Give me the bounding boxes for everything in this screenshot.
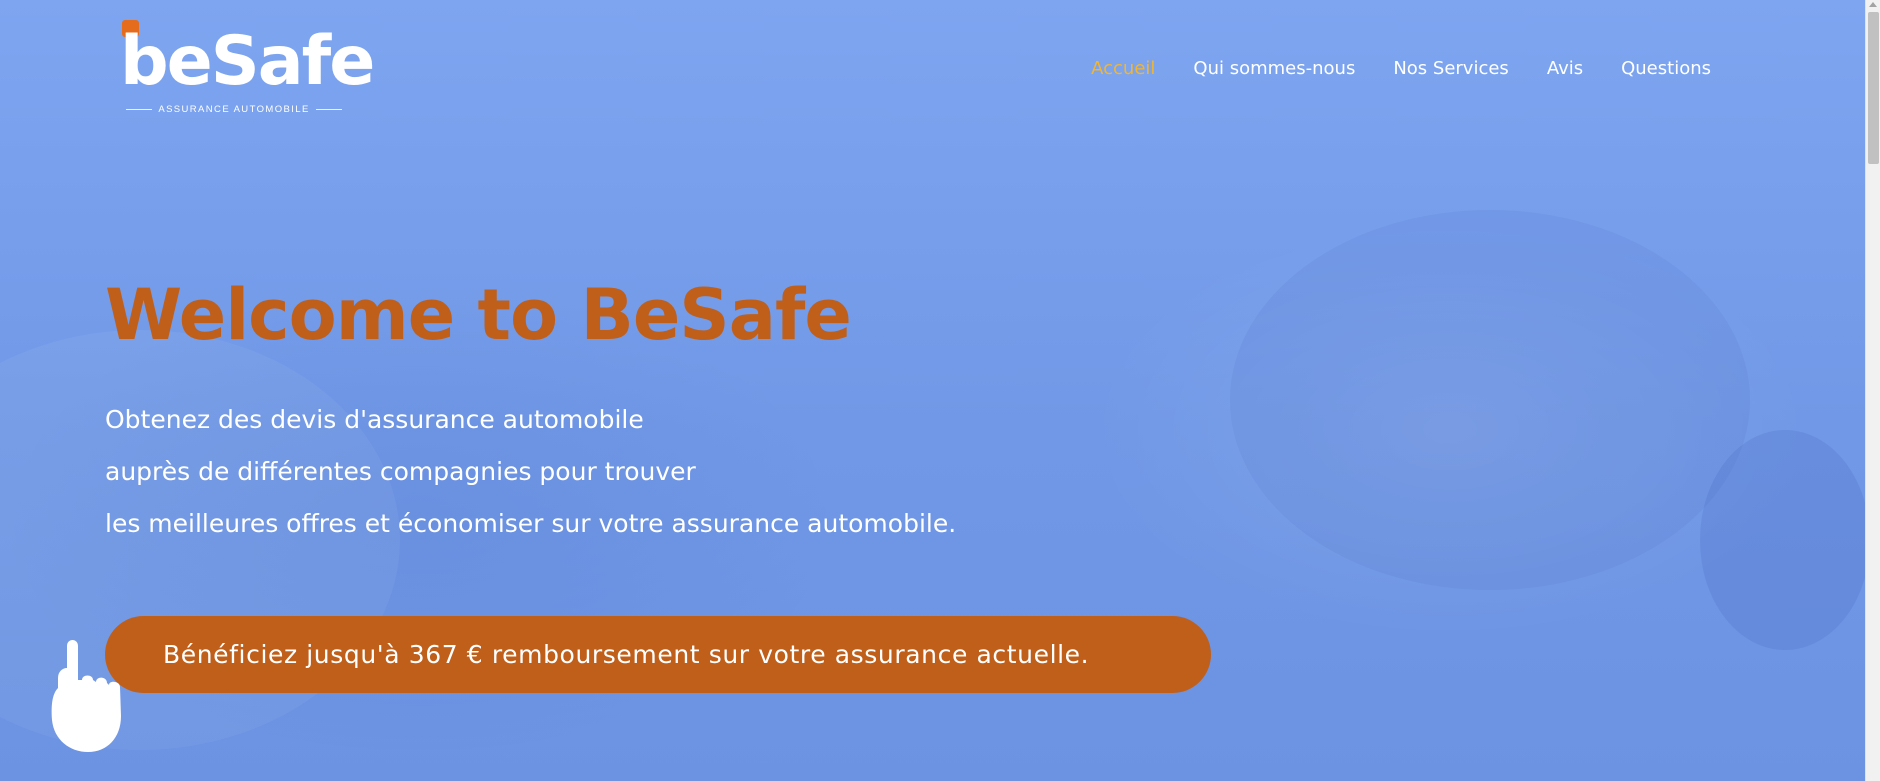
hero-title: Welcome to BeSafe	[105, 274, 852, 356]
page-scrollbar[interactable]	[1865, 0, 1880, 781]
logo-divider	[126, 109, 153, 110]
hero-description-line: auprès de différentes compagnies pour tr…	[105, 457, 696, 486]
background-shape	[1230, 210, 1750, 590]
nav-item-questions[interactable]: Questions	[1621, 58, 1711, 79]
nav-item-avis[interactable]: Avis	[1547, 58, 1583, 79]
hero-description: Obtenez des devis d'assurance automobile…	[105, 394, 956, 550]
hero-description-line: Obtenez des devis d'assurance automobile	[105, 405, 644, 434]
hero-section: beSafe ASSURANCE AUTOMOBILE Accueil Qui …	[0, 0, 1865, 781]
hero-description-line: les meilleures offres et économiser sur …	[105, 509, 957, 538]
scroll-up-arrow-icon[interactable]	[1869, 2, 1877, 7]
logo-divider	[315, 109, 343, 110]
nav-item-qui-sommes-nous[interactable]: Qui sommes-nous	[1193, 58, 1355, 79]
scrollbar-thumb[interactable]	[1868, 12, 1879, 164]
background-shape	[1700, 430, 1865, 650]
hand-pointer-icon	[51, 640, 121, 752]
nav-item-accueil[interactable]: Accueil	[1091, 58, 1155, 79]
logo-tagline-row: ASSURANCE AUTOMOBILE	[126, 104, 343, 115]
logo-wordmark: beSafe	[120, 22, 375, 101]
nav-item-nos-services[interactable]: Nos Services	[1393, 58, 1508, 79]
logo-tagline: ASSURANCE AUTOMOBILE	[158, 104, 310, 115]
refund-cta-button[interactable]: Bénéficiez jusqu'à 367 € remboursement s…	[105, 616, 1211, 693]
main-navigation: Accueil Qui sommes-nous Nos Services Avi…	[1091, 58, 1711, 79]
besafe-logo[interactable]: beSafe ASSURANCE AUTOMOBILE	[120, 18, 375, 120]
